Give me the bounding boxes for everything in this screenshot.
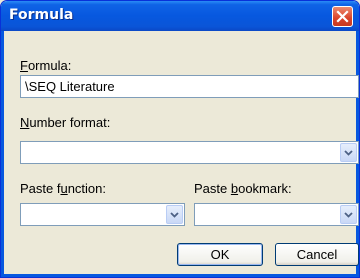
dialog-title: Formula: [9, 7, 74, 23]
paste-function-dropdown-button[interactable]: [166, 205, 183, 224]
formula-field-box: [20, 75, 359, 98]
number-format-select[interactable]: [20, 141, 359, 164]
number-format-label: Number format:: [20, 115, 111, 130]
paste-function-select[interactable]: [20, 203, 185, 226]
close-icon: [336, 10, 349, 23]
close-button[interactable]: [332, 6, 353, 27]
window-frame-bottom: [1, 274, 359, 277]
paste-bookmark-select[interactable]: [194, 203, 359, 226]
chevron-down-icon: [170, 212, 179, 218]
ok-button[interactable]: OK: [177, 243, 263, 266]
cancel-button[interactable]: Cancel: [275, 243, 359, 266]
paste-bookmark-dropdown-button[interactable]: [340, 205, 357, 224]
formula-dialog: Formula Formula: Number format: Paste fu…: [0, 0, 360, 278]
dialog-body: Formula: Number format: Paste function: …: [4, 31, 359, 274]
title-bar[interactable]: Formula: [1, 1, 359, 31]
paste-function-label: Paste function:: [20, 181, 107, 196]
paste-bookmark-label: Paste bookmark:: [194, 181, 292, 196]
formula-label: Formula:: [20, 58, 72, 73]
number-format-dropdown-button[interactable]: [340, 143, 357, 162]
chevron-down-icon: [344, 212, 353, 218]
chevron-down-icon: [344, 150, 353, 156]
formula-field[interactable]: [25, 76, 354, 97]
